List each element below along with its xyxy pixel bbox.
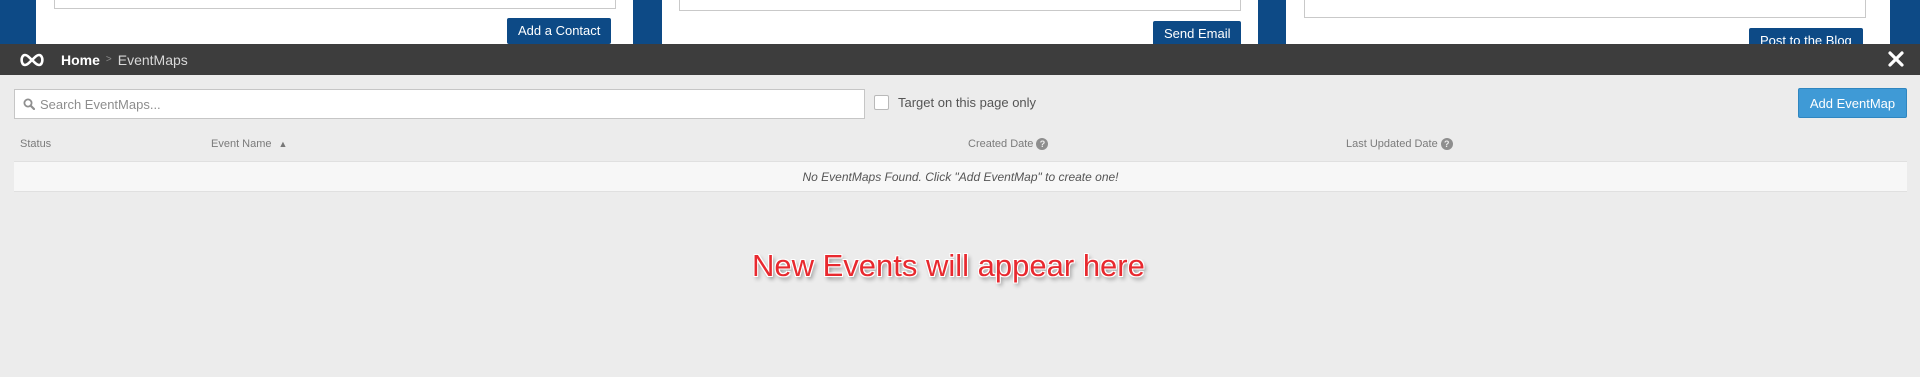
breadcrumb-current: EventMaps <box>117 51 188 68</box>
close-icon[interactable] <box>1887 50 1905 68</box>
column-header-status-label: Status <box>20 138 52 150</box>
target-page-only-checkbox[interactable] <box>874 95 889 110</box>
help-icon[interactable]: ? <box>1440 138 1453 150</box>
add-eventmap-button[interactable]: Add EventMap <box>1798 88 1907 118</box>
post-blog-button[interactable]: Post to the Blog <box>1749 28 1863 44</box>
sort-ascending-icon: ▲ <box>278 139 288 149</box>
search-box <box>14 89 865 119</box>
help-icon[interactable]: ? <box>1036 138 1049 150</box>
column-header-last-updated-date-label: Last Updated Date <box>1346 138 1438 150</box>
column-header-event-name[interactable]: Event Name ▲ <box>211 138 287 150</box>
target-page-only-option[interactable]: Target on this page only <box>874 95 1036 110</box>
background-input-contacts <box>54 0 616 9</box>
annotation-text: New Events will appear here <box>752 248 1145 283</box>
breadcrumb-separator-icon: > <box>105 54 112 65</box>
add-contact-button[interactable]: Add a Contact <box>507 18 612 44</box>
empty-state-message: No EventMaps Found. Click "Add EventMap"… <box>802 169 1119 184</box>
infinity-logo-icon[interactable] <box>18 53 46 67</box>
column-header-status[interactable]: Status <box>20 138 51 150</box>
background-input-email <box>679 0 1241 11</box>
column-header-last-updated-date[interactable]: Last Updated Date ? <box>1346 138 1453 150</box>
column-header-event-name-label: Event Name <box>211 138 272 150</box>
background-page: Add a Contact Send Email Post to the Blo… <box>0 0 1920 44</box>
eventmaps-header-bar: Home > EventMaps <box>0 44 1920 75</box>
table-row-empty: No EventMaps Found. Click "Add EventMap"… <box>14 161 1907 192</box>
target-page-only-label[interactable]: Target on this page only <box>898 95 1036 110</box>
column-header-created-date-label: Created Date <box>968 138 1034 150</box>
column-header-created-date[interactable]: Created Date ? <box>968 138 1049 150</box>
background-input-blog <box>1304 0 1866 18</box>
send-email-button[interactable]: Send Email <box>1153 21 1242 44</box>
search-icon <box>23 98 35 110</box>
search-input[interactable] <box>40 91 864 117</box>
breadcrumb-home[interactable]: Home <box>61 52 100 68</box>
